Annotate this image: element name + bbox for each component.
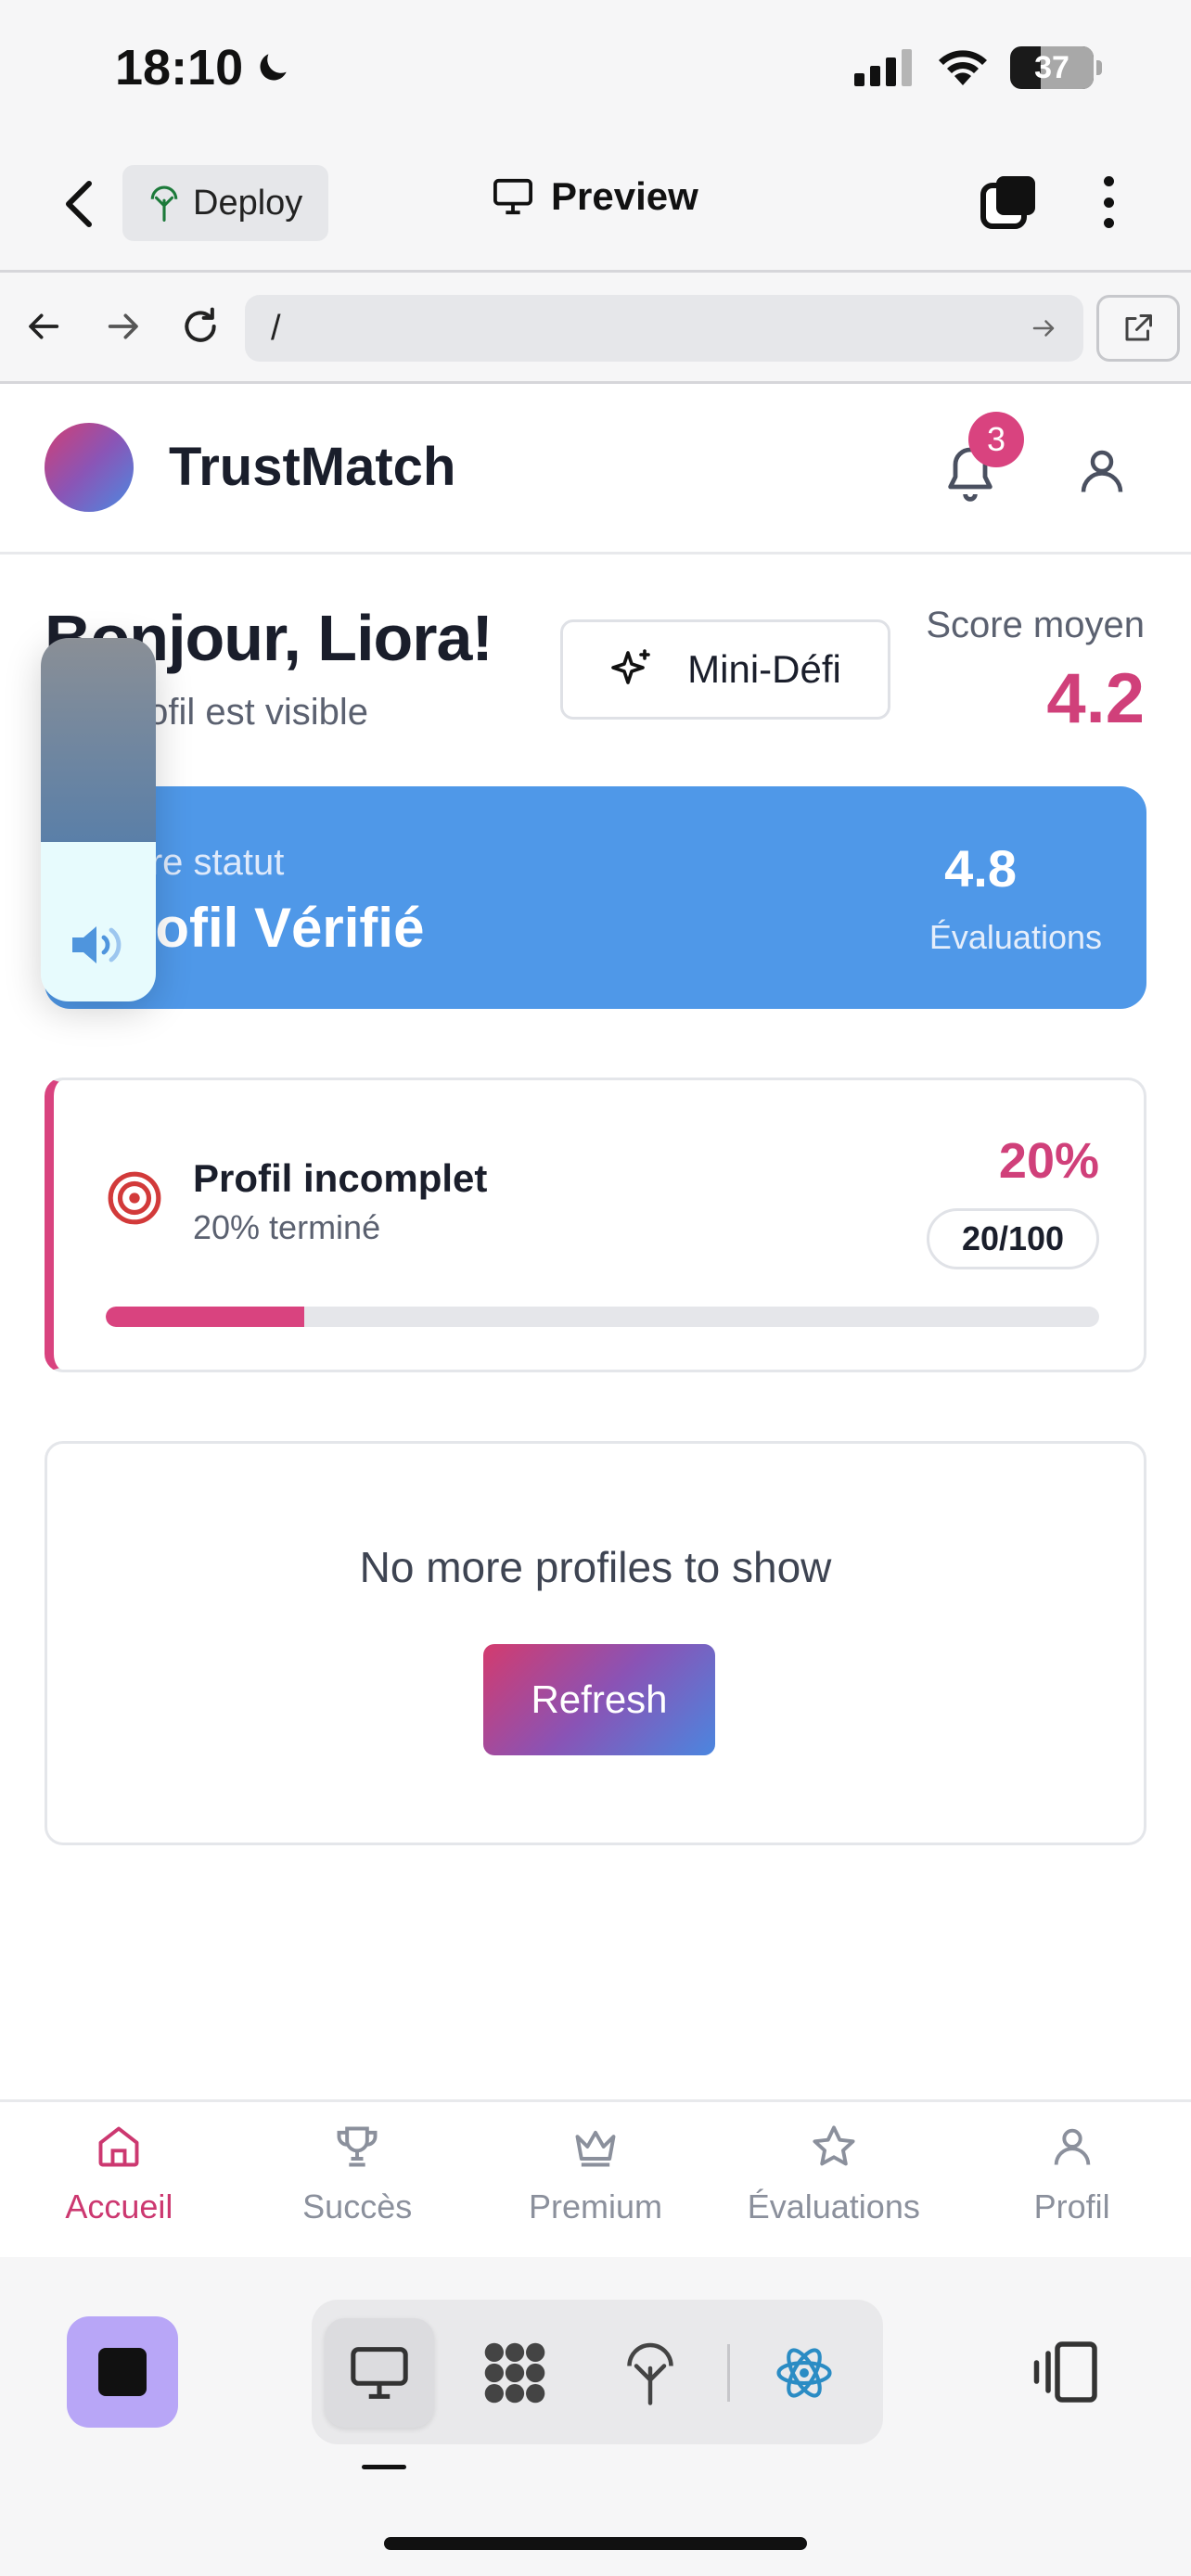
tab-label: Premium xyxy=(528,2187,662,2225)
web-app: TrustMatch 3 Bonjour, Liora! Ton profil … xyxy=(0,384,1191,2099)
preview-title: Preview xyxy=(492,174,698,219)
react-tool-button[interactable] xyxy=(749,2318,859,2428)
active-tool-indicator xyxy=(362,2465,406,2469)
status-icons: 37 xyxy=(854,46,1102,89)
profile-progress-card: Profil incomplet 20% terminé 20% 20/100 xyxy=(45,1078,1146,1372)
tool-group xyxy=(312,2300,883,2444)
moon-icon xyxy=(260,54,287,81)
score-value: 4.2 xyxy=(1046,659,1145,738)
tab-profil[interactable]: Profil xyxy=(953,2102,1191,2257)
chevron-left-icon xyxy=(66,181,92,227)
home-icon xyxy=(98,2126,139,2167)
logo xyxy=(45,423,134,512)
speaker-icon xyxy=(72,926,122,963)
app-header-bar: Deploy Preview xyxy=(0,139,1191,273)
progress-fill xyxy=(106,1307,305,1327)
user-icon xyxy=(1054,2128,1090,2165)
deploy-tool-button[interactable] xyxy=(596,2318,705,2428)
trophy-icon xyxy=(337,2126,378,2167)
progress-bar xyxy=(106,1307,1099,1327)
open-external-button[interactable] xyxy=(1096,295,1180,362)
deploy-button[interactable]: Deploy xyxy=(122,165,329,241)
mini-defi-button[interactable]: Mini-Défi xyxy=(560,619,890,720)
react-icon xyxy=(776,2348,832,2398)
user-icon[interactable] xyxy=(1074,443,1130,499)
stop-button[interactable] xyxy=(67,2316,178,2428)
battery-indicator: 37 xyxy=(1010,46,1102,89)
tabs-icon[interactable] xyxy=(980,172,1039,232)
browser-back-icon[interactable] xyxy=(19,300,70,352)
empty-state-text: No more profiles to show xyxy=(359,1543,832,1591)
clock: 18:10 xyxy=(115,40,244,96)
monitor-icon xyxy=(351,2347,408,2399)
tab-premium[interactable]: Premium xyxy=(477,2102,715,2257)
stop-icon xyxy=(98,2348,147,2396)
wifi-icon xyxy=(939,50,987,85)
reload-icon[interactable] xyxy=(174,300,226,352)
progress-chip: 20/100 xyxy=(927,1208,1099,1269)
battery-level: 37 xyxy=(1034,49,1069,85)
notification-badge: 3 xyxy=(968,412,1024,467)
empty-state-card: No more profiles to show Refresh xyxy=(45,1441,1146,1845)
url-input[interactable]: / xyxy=(245,295,1083,362)
tab-label: Succès xyxy=(302,2187,413,2225)
puzzle-grid-icon xyxy=(484,2342,545,2404)
browser-forward-icon[interactable] xyxy=(96,300,148,352)
go-arrow-icon[interactable] xyxy=(1030,314,1057,342)
battery-tip xyxy=(1096,60,1102,75)
tab-label: Accueil xyxy=(65,2187,173,2225)
target-icon xyxy=(108,1171,161,1225)
progress-title: Profil incomplet xyxy=(193,1156,488,1200)
tab-label: Évaluations xyxy=(747,2187,920,2225)
battery-icon: 37 xyxy=(1010,46,1094,89)
tab-succes[interactable]: Succès xyxy=(238,2102,477,2257)
preview-tool-button[interactable] xyxy=(325,2318,434,2428)
deploy-label: Deploy xyxy=(193,183,303,223)
volume-hud[interactable] xyxy=(41,638,156,1001)
grid-tool-button[interactable] xyxy=(460,2318,570,2428)
rating-value: 4.8 xyxy=(944,839,1017,898)
home-indicator xyxy=(384,2537,807,2550)
progress-percent: 20% xyxy=(998,1133,1099,1189)
tab-accueil[interactable]: Accueil xyxy=(0,2102,238,2257)
preview-label: Preview xyxy=(551,174,698,218)
star-icon xyxy=(813,2125,855,2166)
mini-defi-label: Mini-Défi xyxy=(687,647,841,691)
crown-icon xyxy=(575,2130,616,2167)
status-bar: 18:10 37 xyxy=(0,0,1191,139)
tab-label: Profil xyxy=(1033,2187,1110,2225)
deploy-icon xyxy=(627,2342,673,2405)
deploy-icon xyxy=(150,185,178,222)
bottom-tab-bar: Accueil Succès Premium Évaluations Profi… xyxy=(0,2099,1191,2257)
volume-track xyxy=(41,638,156,842)
external-link-icon xyxy=(1125,314,1152,341)
refresh-button[interactable]: Refresh xyxy=(483,1644,715,1755)
bottom-dock xyxy=(0,2257,1191,2576)
status-time: 18:10 xyxy=(115,39,293,96)
more-options-icon[interactable] xyxy=(1085,172,1132,232)
brand-name: TrustMatch xyxy=(169,437,456,497)
tab-evaluations[interactable]: Évaluations xyxy=(714,2102,953,2257)
rating-label: Évaluations xyxy=(928,918,1102,956)
score-label: Score moyen xyxy=(926,605,1145,645)
progress-subtitle: 20% terminé xyxy=(193,1208,381,1246)
tool-divider xyxy=(727,2344,730,2402)
sparkles-icon xyxy=(611,649,650,684)
back-button[interactable] xyxy=(52,176,108,232)
device-toggle-icon[interactable] xyxy=(1030,2335,1104,2409)
monitor-icon xyxy=(493,178,532,215)
trustmatch-header: TrustMatch 3 xyxy=(0,384,1191,555)
url-text: / xyxy=(271,308,281,348)
browser-bar: / xyxy=(0,273,1191,384)
signal-icon xyxy=(854,49,912,86)
status-card: Votre statut Profil Vérifié 4.8 Évaluati… xyxy=(45,786,1146,1009)
